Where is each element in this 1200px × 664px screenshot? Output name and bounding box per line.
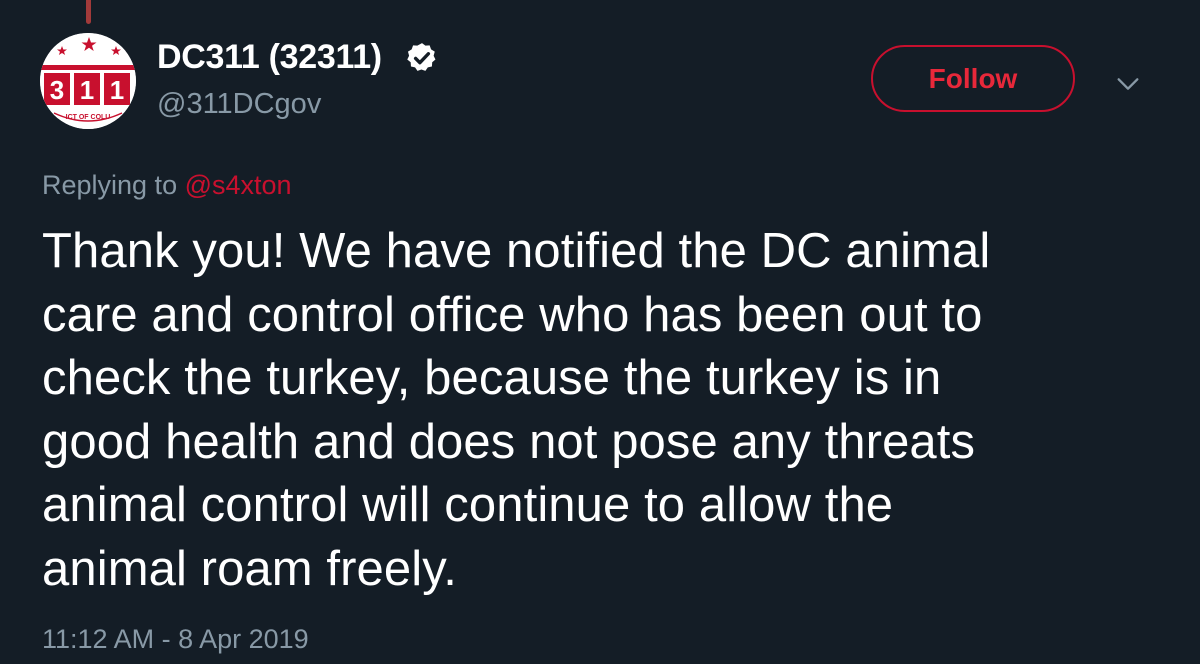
display-name[interactable]: DC311 (32311) bbox=[157, 38, 382, 77]
svg-text:ICT OF COLU: ICT OF COLU bbox=[66, 114, 111, 121]
verified-badge-icon bbox=[407, 43, 436, 71]
replying-to-label: Replying to bbox=[42, 170, 178, 200]
user-handle[interactable]: @311DCgov bbox=[157, 88, 321, 121]
svg-text:1: 1 bbox=[80, 75, 94, 105]
thread-connector-line bbox=[86, 0, 91, 24]
follow-button[interactable]: Follow bbox=[871, 45, 1075, 112]
avatar[interactable]: 3 1 1 ICT OF COLU bbox=[40, 33, 136, 129]
svg-text:1: 1 bbox=[110, 75, 124, 105]
chevron-down-icon[interactable] bbox=[1114, 70, 1142, 98]
dc311-logo: 3 1 1 ICT OF COLU bbox=[40, 33, 136, 129]
reply-mention-link[interactable]: @s4xton bbox=[185, 170, 292, 200]
svg-text:3: 3 bbox=[50, 75, 64, 105]
tweet-timestamp[interactable]: 11:12 AM - 8 Apr 2019 bbox=[42, 624, 309, 655]
tweet-text: Thank you! We have notified the DC anima… bbox=[42, 224, 991, 596]
replying-to-line: Replying to @s4xton bbox=[42, 170, 292, 201]
